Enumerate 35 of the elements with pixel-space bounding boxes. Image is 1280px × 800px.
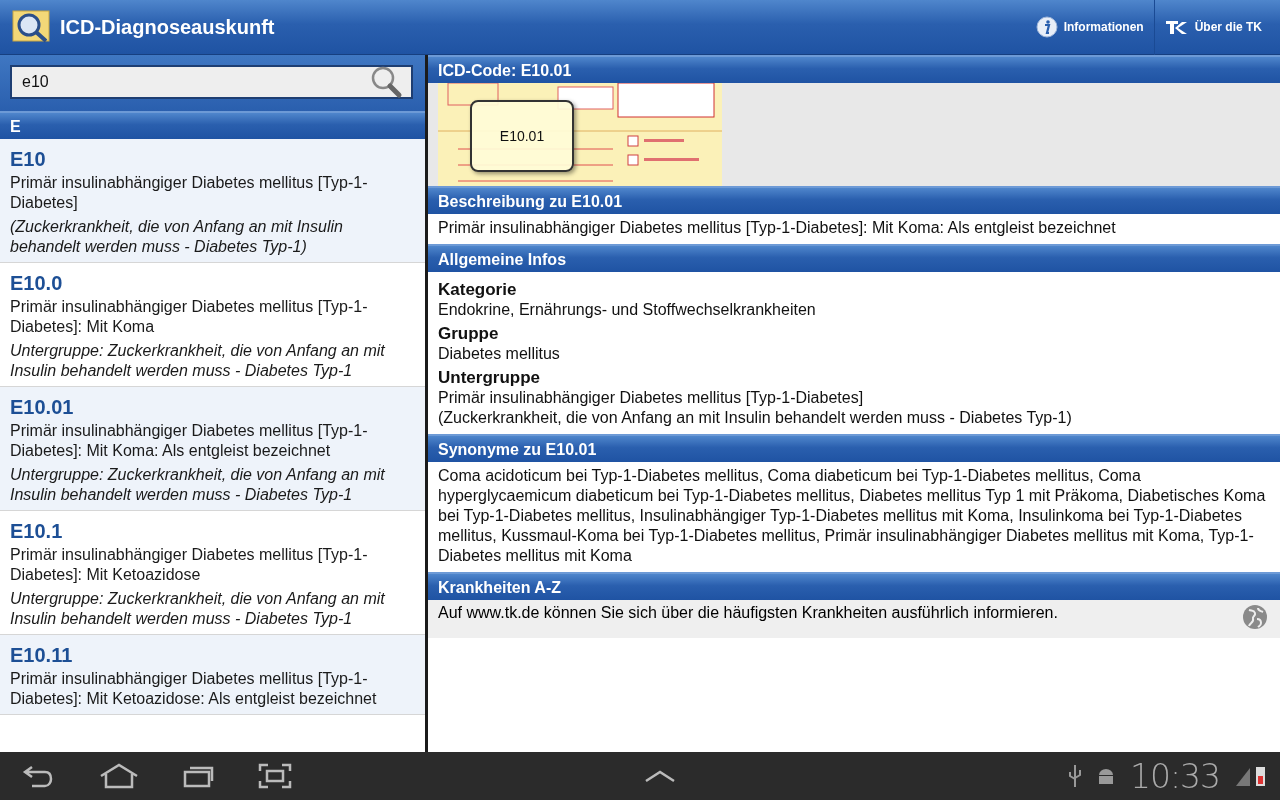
caret-icon <box>643 769 676 783</box>
field-value: Diabetes mellitus <box>438 344 561 364</box>
section-header: ICD-Code: E10.01 <box>428 55 1280 83</box>
search-icon <box>369 65 403 99</box>
globe-icon <box>1242 604 1268 630</box>
info-icon <box>1035 16 1058 38</box>
toolbar-button[interactable]: Über die TK <box>1153 0 1272 55</box>
field-value: Primär insulinabhängiger Diabetes mellitus [Typ-1-Diabetes] <box>438 388 865 408</box>
logo-icon <box>1164 19 1189 35</box>
list-item[interactable]: E10 Primär insulinabhängiger Diabetes mellitus [Typ-1-Diabetes] (Zuckerkrankheit, die von Anfang an mit Insulin behandelt werden muss - Diabetes Typ-1) <box>0 139 425 263</box>
code-label: E10.01 <box>470 100 574 172</box>
screenshot-icon <box>258 763 292 789</box>
link-row[interactable]: Auf www.tk.de können Sie sich über die häufigsten Krankheiten ausführlich informieren. <box>428 600 1280 638</box>
field-label: Untergruppe <box>438 368 541 388</box>
list-item[interactable]: E10.01 Primär insulinabhängiger Diabetes mellitus [Typ-1-Diabetes]: Mit Koma: Als entgleist bezeichnet Untergruppe: Zuckerkrankheit, die von Anfang an mit Insulin behandelt werden muss - Diabetes Typ-1 <box>0 387 425 511</box>
section-header: Synonyme zu E10.01 <box>428 434 1280 462</box>
home-icon <box>98 763 140 789</box>
field-label: Gruppe <box>438 324 500 344</box>
app-logo-icon <box>12 10 52 44</box>
clock: 10:33 <box>1129 756 1220 796</box>
field-value: (Zuckerkrankheit, die von Anfang an mit Insulin behandelt werden muss - Diabetes Typ-1) <box>438 408 1073 428</box>
toolbar-button[interactable]: Informationen <box>1025 0 1154 55</box>
field-label: Kategorie <box>438 280 518 300</box>
section-header: Allgemeine Infos <box>428 244 1280 272</box>
section-header: E <box>0 111 425 139</box>
section-header: Krankheiten A-Z <box>428 572 1280 600</box>
search-field[interactable]: e10 <box>10 65 413 99</box>
usb-icon <box>1067 764 1082 788</box>
list-item[interactable]: E10.11 Primär insulinabhängiger Diabetes mellitus [Typ-1-Diabetes]: Mit Ketoazidose: Als entgleist bezeichnet <box>0 635 425 715</box>
field-value: Endokrine, Ernährungs- und Stoffwechselkrankheiten <box>438 300 817 320</box>
app-title: ICD-Diagnoseauskunft <box>60 15 276 39</box>
section-header: Beschreibung zu E10.01 <box>428 186 1280 214</box>
section-text: Coma acidoticum bei Typ-1-Diabetes mellitus, Coma diabeticum bei Typ-1-Diabetes mellitus, Coma hyperglycaemicum diabeticum bei Typ-1-Diabetes mellitus, Diabetes mellitus Typ 1 mit Präkoma, Diabetisches Koma bei Typ-1-Diabetes mellitus, Insulinabhängiger Typ-1-Diabetes mellitus mit Koma, Insulinkoma bei Typ-1-Diabetes mellitus, Kussmaul-Koma bei Typ-1-Diabetes mellitus, Primär insulinabhängiger Diabetes mellitus mit Koma, Typ-1-Diabetes mellitus mit Koma <box>437 466 1267 566</box>
signal-battery-icon <box>1234 764 1268 788</box>
section-text: Primär insulinabhängiger Diabetes mellitus [Typ-1-Diabetes]: Mit Koma: Als entgleist bezeichnet <box>437 218 1117 238</box>
